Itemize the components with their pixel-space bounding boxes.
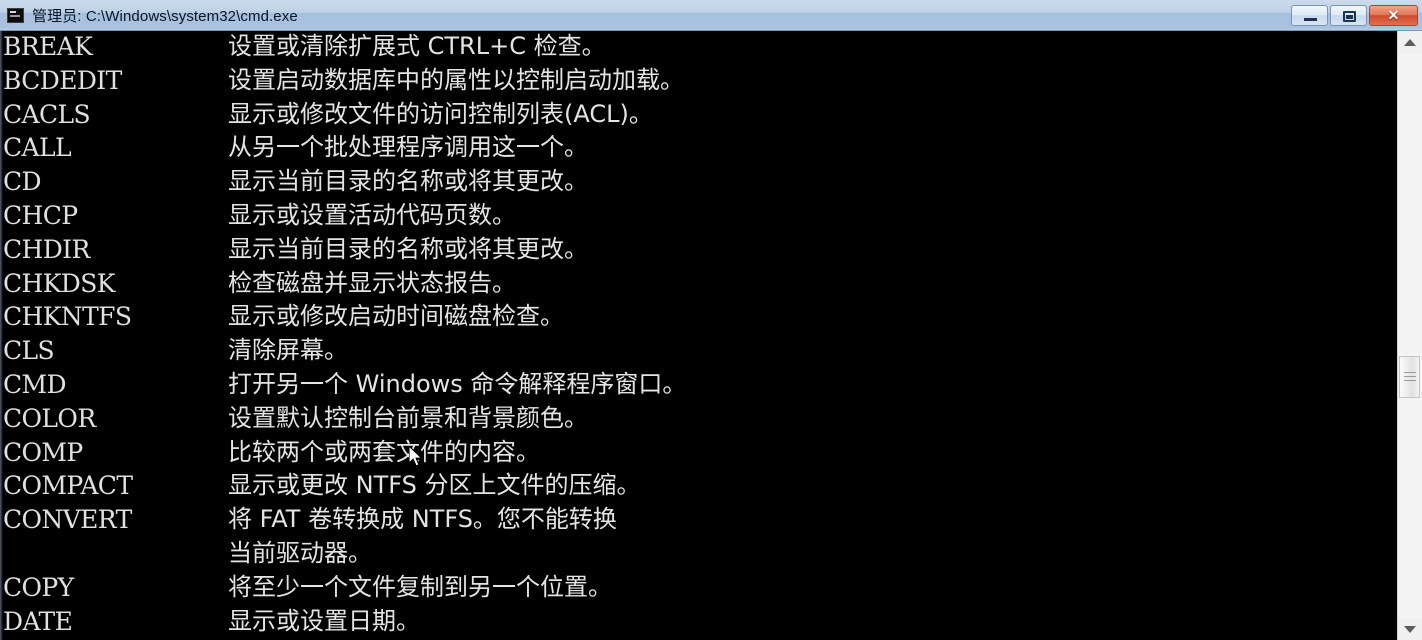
console-line: CD 显示当前目录的名称或将其更改。 (3, 165, 686, 199)
scroll-down-button[interactable] (1398, 618, 1422, 640)
command-description: 设置启动数据库中的属性以控制启动加载。 (228, 65, 684, 94)
console-output-area[interactable]: BREAK 设置或清除扩展式 CTRL+C 检查。 BCDEDIT 设置启动数据库中的… (0, 31, 1397, 640)
close-button[interactable]: ✕ (1369, 4, 1418, 26)
scrollbar-grip-icon (1404, 372, 1416, 383)
scrollbar-track[interactable] (1398, 53, 1422, 618)
maximize-icon-inner (1346, 14, 1353, 19)
maximize-button[interactable] (1330, 4, 1367, 26)
console-line: CLS 清除屏幕。 (3, 334, 686, 368)
window-title: 管理员: C:\Windows\system32\cmd.exe (32, 7, 298, 25)
command-name: CACLS (3, 99, 91, 129)
command-name: CHKDSK (3, 268, 115, 298)
command-description: 将至少一个文件复制到另一个位置。 (228, 572, 612, 601)
command-name: COPY (3, 572, 74, 602)
close-icon: ✕ (1387, 6, 1400, 23)
console-line: BCDEDIT 设置启动数据库中的属性以控制启动加载。 (3, 64, 686, 98)
minimize-button[interactable] (1291, 4, 1328, 26)
command-name: BCDEDIT (3, 65, 122, 95)
console-line: CHKDSK 检查磁盘并显示状态报告。 (3, 267, 686, 301)
console-line: CMD 打开另一个 Windows 命令解释程序窗口。 (3, 368, 686, 402)
command-description: 显示或设置活动代码页数。 (228, 200, 516, 229)
console-line: BREAK 设置或清除扩展式 CTRL+C 检查。 (3, 31, 686, 64)
console-icon (7, 7, 24, 23)
console-line: CHKNTFS 显示或修改启动时间磁盘检查。 (3, 300, 686, 334)
command-description: 检查磁盘并显示状态报告。 (228, 268, 516, 297)
chevron-up-icon (1404, 38, 1416, 46)
command-name: DATE (3, 606, 73, 636)
command-name: CONVERT (3, 505, 132, 535)
command-name: CD (3, 167, 42, 197)
command-name: CHKNTFS (3, 302, 132, 332)
console-line: DATE 显示或设置日期。 (3, 605, 686, 639)
command-description: 显示或修改文件的访问控制列表(ACL)。 (228, 99, 653, 128)
command-description: 当前驱动器。 (228, 538, 372, 567)
console-text: BREAK 设置或清除扩展式 CTRL+C 检查。 BCDEDIT 设置启动数据库中的… (3, 31, 686, 638)
command-description: 设置默认控制台前景和背景颜色。 (228, 403, 588, 432)
command-description: 比较两个或两套文件的内容。 (228, 437, 540, 466)
chevron-down-icon (1404, 625, 1416, 633)
command-description: 设置或清除扩展式 CTRL+C 检查。 (228, 32, 606, 60)
console-line: 当前驱动器。 (3, 537, 686, 571)
command-description: 将 FAT 卷转换成 NTFS。您不能转换 (228, 505, 617, 534)
command-description: 显示当前目录的名称或将其更改。 (228, 167, 588, 196)
command-name: CALL (3, 133, 72, 163)
title-bar[interactable]: 管理员: C:\Windows\system32\cmd.exe ✕ (0, 0, 1422, 31)
console-line: COPY 将至少一个文件复制到另一个位置。 (3, 571, 686, 605)
command-description: 显示或设置日期。 (228, 606, 420, 635)
console-line: CHCP 显示或设置活动代码页数。 (3, 199, 686, 233)
title-bar-left: 管理员: C:\Windows\system32\cmd.exe (0, 5, 1289, 26)
console-line: CALL 从另一个批处理程序调用这一个。 (3, 131, 686, 165)
console-line: CACLS 显示或修改文件的访问控制列表(ACL)。 (3, 98, 686, 132)
command-name: COLOR (3, 403, 96, 433)
scrollbar-thumb[interactable] (1399, 356, 1420, 398)
console-line: COMP 比较两个或两套文件的内容。 (3, 436, 686, 470)
console-line: CHDIR 显示当前目录的名称或将其更改。 (3, 233, 686, 267)
command-name: BREAK (3, 32, 93, 61)
command-description: 显示当前目录的名称或将其更改。 (228, 234, 588, 263)
command-description: 从另一个批处理程序调用这一个。 (228, 133, 588, 162)
command-description: 清除屏幕。 (228, 336, 348, 365)
command-name: COMP (3, 437, 83, 467)
minimize-icon (1304, 17, 1317, 21)
window-controls: ✕ (1289, 0, 1422, 31)
scroll-up-button[interactable] (1398, 31, 1422, 53)
command-description: 显示或更改 NTFS 分区上文件的压缩。 (228, 471, 641, 500)
vertical-scrollbar[interactable] (1397, 31, 1422, 640)
console-line: COMPACT 显示或更改 NTFS 分区上文件的压缩。 (3, 469, 686, 503)
command-description: 打开另一个 Windows 命令解释程序窗口。 (228, 369, 687, 398)
command-description: 显示或修改启动时间磁盘检查。 (228, 302, 564, 331)
cmd-window: 管理员: C:\Windows\system32\cmd.exe ✕ BREAK… (0, 0, 1422, 640)
command-name: CLS (3, 336, 55, 366)
console-line: COLOR 设置默认控制台前景和背景颜色。 (3, 402, 686, 436)
command-name: COMPACT (3, 471, 133, 501)
command-name: CHCP (3, 200, 78, 230)
command-name: CMD (3, 369, 67, 399)
console-line: CONVERT 将 FAT 卷转换成 NTFS。您不能转换 (3, 503, 686, 537)
command-name: CHDIR (3, 234, 90, 264)
